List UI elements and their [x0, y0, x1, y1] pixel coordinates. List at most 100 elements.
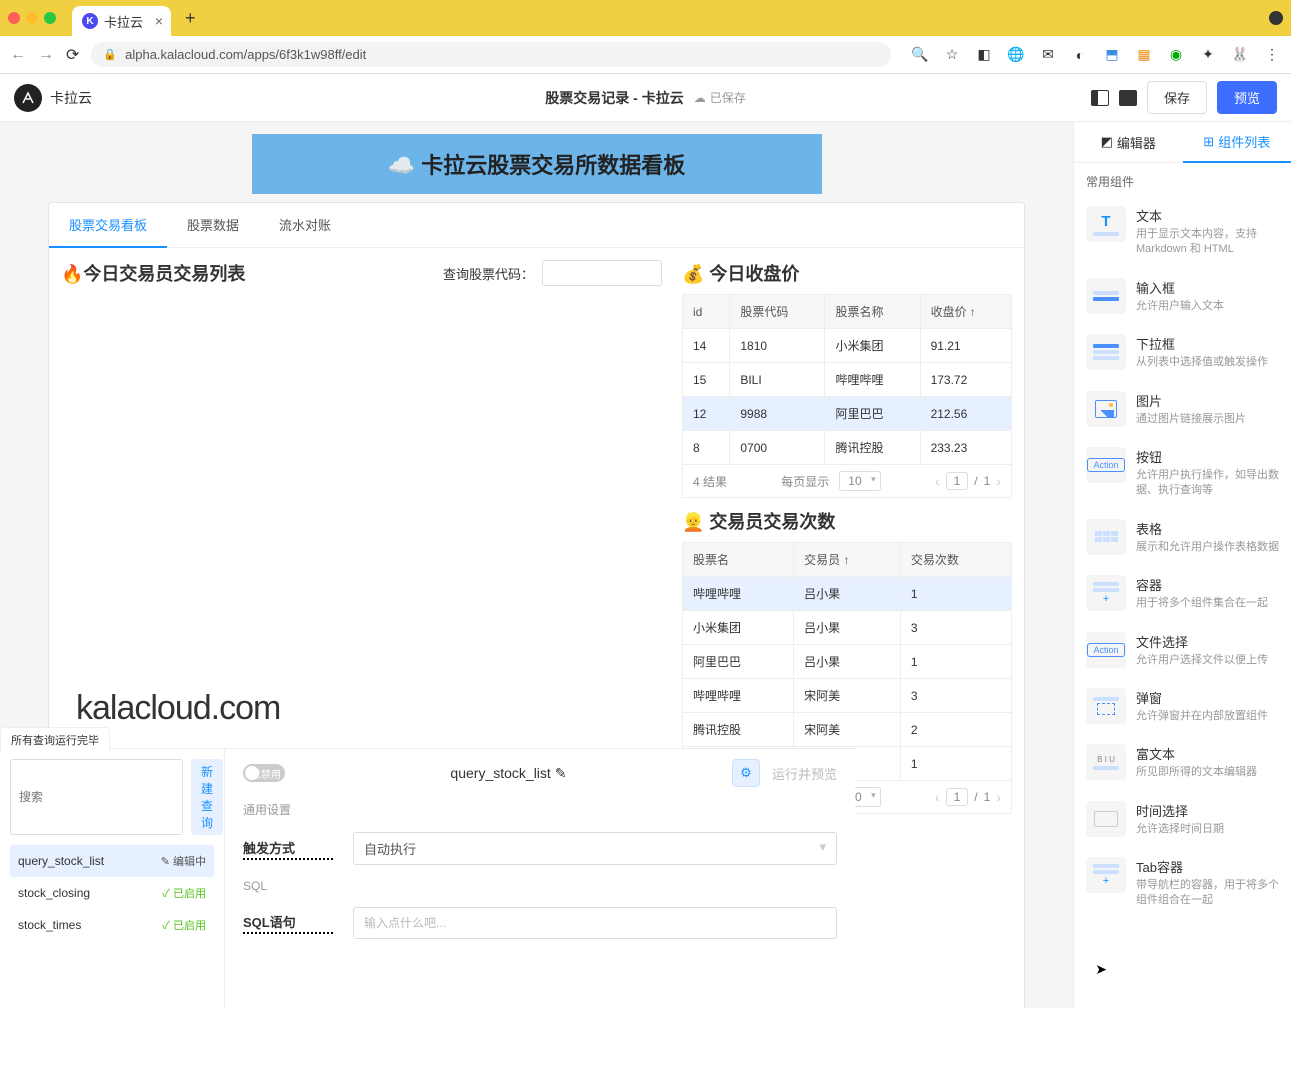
query-enable-toggle[interactable]: 已禁用: [243, 764, 285, 782]
menu-icon[interactable]: ⋮: [1263, 46, 1281, 64]
table-header[interactable]: 股票名: [683, 543, 794, 577]
table-row[interactable]: 129988阿里巴巴212.56: [683, 397, 1012, 431]
ext-icon-6[interactable]: ▦: [1135, 46, 1153, 64]
closing-prev-page[interactable]: ‹: [935, 473, 940, 489]
trigger-select[interactable]: 自动执行: [353, 832, 837, 865]
address-bar[interactable]: 🔒 alpha.kalacloud.com/apps/6f3k1w98ff/ed…: [91, 42, 891, 67]
table-header[interactable]: 股票代码: [730, 295, 825, 329]
component-Tab容器[interactable]: + Tab容器带导航栏的容器，用于将多个组件组合在一起: [1074, 847, 1291, 919]
component-表格[interactable]: 表格展示和允许用户操作表格数据: [1074, 509, 1291, 565]
layout-panel-left[interactable]: [1091, 90, 1109, 106]
table-row[interactable]: 15BILI哔哩哔哩173.72: [683, 363, 1012, 397]
query-status-tab: 所有查询运行完毕: [0, 727, 110, 752]
stock-code-input[interactable]: [542, 260, 662, 286]
run-preview-button[interactable]: 运行并预览: [772, 764, 837, 783]
table-row[interactable]: 腾讯控股宋阿美2: [683, 713, 1012, 747]
forward-button[interactable]: →: [38, 46, 54, 64]
component-图片[interactable]: 图片通过图片链接展示图片: [1074, 381, 1291, 437]
extensions-icon[interactable]: ✦: [1199, 46, 1217, 64]
table-row[interactable]: 141810小米集团91.21: [683, 329, 1012, 363]
layout-panel-full[interactable]: [1119, 90, 1137, 106]
reload-button[interactable]: ⟳: [66, 45, 79, 65]
sql-textarea[interactable]: 输入点什么吧...: [353, 907, 837, 939]
table-header[interactable]: 收盘价 ↑: [920, 295, 1011, 329]
table-row[interactable]: 阿里巴巴吕小果1: [683, 645, 1012, 679]
query-item-stock_closing[interactable]: stock_closing✓ 已启用: [10, 877, 214, 909]
ext-icon-4[interactable]: ◐: [1071, 46, 1089, 64]
profile-indicator[interactable]: [1269, 11, 1283, 25]
tab-favicon: K: [82, 13, 98, 29]
trades-page[interactable]: 1: [946, 788, 969, 806]
trades-total-pages: 1: [984, 790, 991, 804]
component-icon: [1086, 391, 1126, 427]
tab-1[interactable]: 股票数据: [167, 203, 259, 247]
tab-editor[interactable]: ◩ 编辑器: [1074, 122, 1183, 162]
component-按钮[interactable]: Action 按钮允许用户执行操作，如导出数据、执行查询等: [1074, 437, 1291, 509]
query-settings-button[interactable]: ⚙: [732, 759, 760, 787]
tab-component-list[interactable]: ⊞ 组件列表: [1183, 122, 1291, 163]
table-row[interactable]: 哔哩哔哩宋阿美3: [683, 679, 1012, 713]
tab-0[interactable]: 股票交易看板: [49, 203, 167, 248]
ext-icon-7[interactable]: ◉: [1167, 46, 1185, 64]
browser-tab[interactable]: K 卡拉云 ×: [72, 6, 171, 36]
component-文件选择[interactable]: Action 文件选择允许用户选择文件以便上传: [1074, 622, 1291, 678]
sql-section-label: SQL: [243, 879, 837, 893]
closing-next-page[interactable]: ›: [996, 473, 1001, 489]
component-icon: [1086, 519, 1126, 555]
table-header[interactable]: 股票名称: [825, 295, 920, 329]
component-icon: [1086, 334, 1126, 370]
url-text: alpha.kalacloud.com/apps/6f3k1w98ff/edit: [125, 47, 366, 62]
ext-icon-2[interactable]: 🌐: [1007, 46, 1025, 64]
search-icon[interactable]: 🔍: [911, 46, 929, 64]
table-row[interactable]: 80700腾讯控股233.23: [683, 431, 1012, 465]
back-button[interactable]: ←: [10, 46, 26, 64]
table-row[interactable]: 哔哩哔哩吕小果1: [683, 577, 1012, 611]
trade-count-title: 👱 交易员交易次数: [682, 508, 1012, 534]
component-容器[interactable]: + 容器用于将多个组件集合在一起: [1074, 565, 1291, 621]
tab-2[interactable]: 流水对账: [259, 203, 351, 247]
sql-label: SQL语句: [243, 912, 333, 934]
page-title: 股票交易记录 - 卡拉云: [545, 88, 683, 108]
trades-table[interactable]: 股票名交易员 ↑交易次数 哔哩哔哩吕小果1小米集团吕小果3阿里巴巴吕小果1哔哩哔…: [682, 542, 1012, 781]
trades-next-page[interactable]: ›: [996, 789, 1001, 805]
component-输入框[interactable]: 输入框允许用户输入文本: [1074, 268, 1291, 324]
search-label: 查询股票代码：: [443, 264, 534, 283]
closing-per-page-select[interactable]: 10: [839, 471, 880, 491]
trades-prev-page[interactable]: ‹: [935, 789, 940, 805]
new-tab-button[interactable]: +: [185, 8, 196, 29]
lock-icon: 🔒: [103, 48, 117, 61]
table-row[interactable]: 小米集团吕小果3: [683, 611, 1012, 645]
component-section-title: 常用组件: [1074, 163, 1291, 196]
table-header[interactable]: 交易员 ↑: [794, 543, 901, 577]
query-item-query_stock_list[interactable]: query_stock_list✎ 编辑中: [10, 845, 214, 877]
component-时间选择[interactable]: 时间选择允许选择时间日期: [1074, 791, 1291, 847]
component-下拉框[interactable]: 下拉框从列表中选择值或触发操作: [1074, 324, 1291, 380]
app-logo[interactable]: 卡拉云: [14, 84, 92, 112]
closing-page[interactable]: 1: [946, 472, 969, 490]
close-tab-icon[interactable]: ×: [155, 13, 163, 29]
table-header[interactable]: id: [683, 295, 730, 329]
component-文本[interactable]: T 文本用于显示文本内容，支持 Markdown 和 HTML: [1074, 196, 1291, 268]
maximize-window[interactable]: [44, 12, 56, 24]
ext-icon-rabbit[interactable]: 🐰: [1231, 46, 1249, 64]
edit-icon[interactable]: ✎: [555, 765, 567, 782]
trader-list-title: 🔥今日交易员交易列表: [61, 260, 245, 286]
component-icon: +: [1086, 857, 1126, 893]
ext-icon-3[interactable]: ✉: [1039, 46, 1057, 64]
ext-icon-1[interactable]: ◧: [975, 46, 993, 64]
close-window[interactable]: [8, 12, 20, 24]
component-富文本[interactable]: B I U 富文本所见即所得的文本编辑器: [1074, 734, 1291, 790]
query-search-input[interactable]: [10, 759, 183, 835]
new-query-button[interactable]: 新建查询: [191, 759, 223, 835]
component-icon: [1086, 278, 1126, 314]
query-item-stock_times[interactable]: stock_times✓ 已启用: [10, 909, 214, 941]
component-弹窗[interactable]: 弹窗允许弹窗并在内部放置组件: [1074, 678, 1291, 734]
star-icon[interactable]: ☆: [943, 46, 961, 64]
ext-icon-5[interactable]: ⬒: [1103, 46, 1121, 64]
closing-table[interactable]: id股票代码股票名称收盘价 ↑ 141810小米集团91.2115BILI哔哩哔…: [682, 294, 1012, 465]
save-button[interactable]: 保存: [1147, 81, 1207, 114]
preview-button[interactable]: 预览: [1217, 81, 1277, 114]
minimize-window[interactable]: [26, 12, 38, 24]
table-header[interactable]: 交易次数: [900, 543, 1011, 577]
query-name-display[interactable]: query_stock_list ✎: [450, 765, 566, 782]
